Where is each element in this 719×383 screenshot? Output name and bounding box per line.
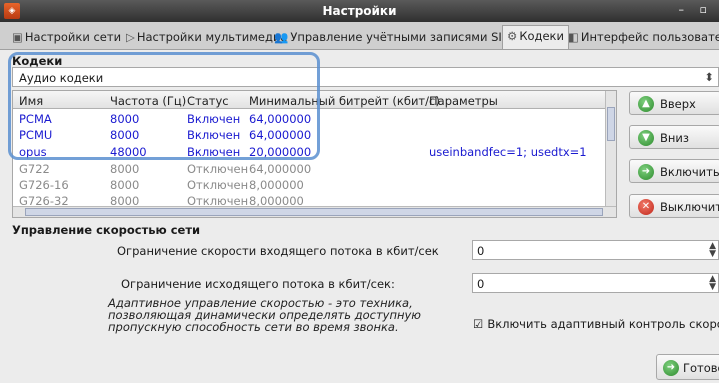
outgoing-limit-input[interactable]: 0 ▲ ▼ — [472, 273, 719, 293]
title-bar: ◈ Настройки – ▫ — [0, 0, 719, 22]
spinner-arrows-icon[interactable]: ▲ ▼ — [709, 275, 716, 292]
network-icon: ▣ — [12, 30, 23, 44]
spinner-arrows-icon[interactable]: ▲ ▼ — [709, 242, 716, 259]
arrow-right-icon: ➜ — [663, 360, 679, 376]
tab-network[interactable]: ▣ Настройки сети — [8, 27, 125, 49]
tab-sip-accounts[interactable]: 👥 Управление учётными записями SIP — [270, 27, 513, 49]
column-header-params[interactable]: Параметры — [429, 94, 498, 108]
codecs-section-label: Кодеки — [12, 54, 63, 68]
arrow-down-icon: ▼ — [638, 130, 654, 146]
move-up-button[interactable]: ▲ Вверх — [629, 91, 719, 115]
adaptive-rate-checkbox[interactable]: ☑ Включить адаптивный контроль скорости — [473, 317, 719, 331]
accounts-icon: 👥 — [274, 30, 289, 44]
arrow-up-icon: ▲ — [638, 96, 654, 112]
incoming-limit-input[interactable]: 0 ▲ ▼ — [472, 240, 719, 260]
move-down-button[interactable]: ▼ Вниз — [629, 125, 719, 149]
tab-bar: ▣ Настройки сети ▷ Настройки мультимедиа 👥… — [0, 22, 719, 50]
close-icon: ✕ — [638, 199, 654, 215]
incoming-limit-label: Ограничение скорости входящего потока в … — [117, 244, 439, 258]
tab-interface[interactable]: ◧Интерфейс пользователя — [564, 27, 719, 49]
done-button[interactable]: ➜ Готово — [656, 354, 719, 380]
column-header-status[interactable]: Статус — [187, 94, 229, 108]
incoming-limit-value: 0 — [477, 244, 485, 258]
scrollbar-thumb[interactable] — [607, 107, 615, 141]
updown-arrow-icon: ⬍ — [704, 70, 714, 84]
column-header-name[interactable]: Имя — [19, 94, 43, 108]
window-controls[interactable]: – ▫ — [679, 3, 713, 16]
table-row[interactable]: PCMA 8000 Включен 64,000000 — [13, 111, 606, 127]
column-header-rate[interactable]: Частота (Гц) — [110, 94, 186, 108]
table-row[interactable]: G722 8000 Отключен 64,000000 — [13, 161, 606, 177]
play-icon: ▷ — [126, 30, 135, 44]
table-vertical-scrollbar[interactable] — [605, 91, 616, 207]
table-row[interactable]: PCMU 8000 Включен 64,000000 — [13, 127, 606, 143]
table-header: Имя Частота (Гц) Статус Минимальный битр… — [13, 91, 606, 109]
enable-button[interactable]: ➜ Включить — [629, 159, 719, 183]
column-header-bitrate[interactable]: Минимальный битрейт (кбит/с) — [249, 94, 440, 108]
checkbox-checked-icon[interactable]: ☑ — [473, 317, 483, 331]
disable-button[interactable]: ✕ Выключить — [629, 194, 719, 218]
tab-multimedia[interactable]: ▷ Настройки мультимедиа — [122, 27, 291, 49]
table-row[interactable]: opus 48000 Включен 20,000000 useinbandfe… — [13, 144, 606, 160]
codec-type-select[interactable]: Аудио кодеки ⬍ — [12, 67, 719, 87]
codec-type-value: Аудио кодеки — [19, 71, 104, 85]
table-row[interactable]: G726-16 8000 Отключен 8,000000 — [13, 177, 606, 193]
outgoing-limit-label: Ограничение исходящего потока в кбит/сек… — [121, 277, 395, 291]
tab-codecs[interactable]: ⚙ Кодеки — [502, 25, 569, 49]
codecs-table[interactable]: Имя Частота (Гц) Статус Минимальный битр… — [12, 90, 617, 218]
scrollbar-thumb[interactable] — [25, 208, 603, 216]
adaptive-rate-label: Включить адаптивный контроль скорости — [487, 317, 719, 331]
table-horizontal-scrollbar[interactable] — [13, 206, 616, 217]
interface-icon: ◧ — [568, 30, 579, 44]
outgoing-limit-value: 0 — [477, 277, 485, 291]
arrow-right-icon: ➜ — [638, 164, 654, 180]
codecs-icon: ⚙ — [507, 29, 518, 43]
adaptive-rate-description: Адаптивное управление скоростью - это те… — [108, 296, 421, 334]
window-title: Настройки — [322, 4, 397, 18]
bandwidth-section-label: Управление скоростью сети — [12, 223, 201, 237]
